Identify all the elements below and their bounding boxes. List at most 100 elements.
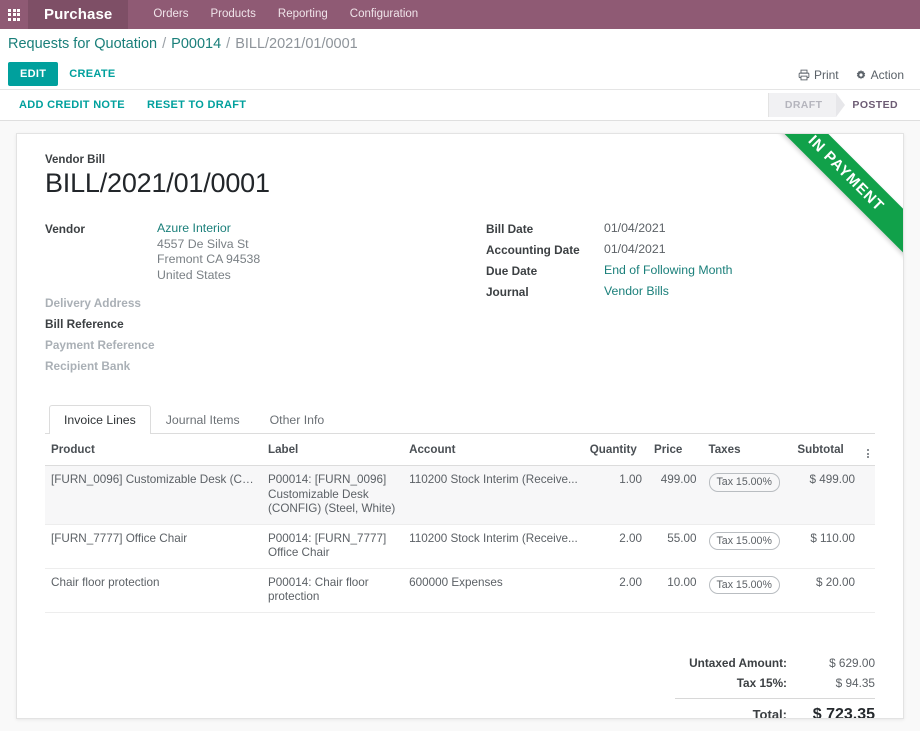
cell-account-text: 110200 Stock Interim (Receive... bbox=[409, 473, 578, 486]
print-button[interactable]: Print bbox=[798, 68, 839, 82]
field-journal: Journal Vendor Bills bbox=[486, 284, 845, 302]
tax-badge: Tax 15.00% bbox=[708, 575, 780, 594]
column-header-taxes[interactable]: Taxes bbox=[702, 434, 792, 466]
field-due-date: Due Date End of Following Month bbox=[486, 263, 845, 281]
menu-item-orders[interactable]: Orders bbox=[142, 0, 199, 29]
cell-product: Chair floor protection bbox=[45, 568, 262, 613]
journal-value[interactable]: Vendor Bills bbox=[604, 284, 669, 300]
cell-account: 600000 Expenses bbox=[403, 568, 584, 613]
tab-invoice-lines[interactable]: Invoice Lines bbox=[49, 405, 151, 434]
field-group-right: Bill Date 01/04/2021 Accounting Date 01/… bbox=[460, 221, 875, 379]
apps-grid-icon bbox=[8, 8, 20, 21]
page-title: BILL/2021/01/0001 bbox=[45, 168, 270, 198]
action-button[interactable]: Action bbox=[855, 68, 904, 82]
printer-icon bbox=[798, 69, 810, 80]
tab-other-info[interactable]: Other Info bbox=[255, 405, 340, 434]
total-row-untaxed: Untaxed Amount: $ 629.00 bbox=[675, 653, 875, 673]
cell-quantity: 2.00 bbox=[583, 524, 648, 569]
untaxed-amount-label: Untaxed Amount: bbox=[689, 655, 787, 670]
tax-badge: Tax 15.00% bbox=[708, 473, 780, 492]
cell-taxes: Tax 15.00% bbox=[702, 524, 792, 569]
field-payment-reference: Payment Reference bbox=[45, 337, 430, 355]
notebook-tabs: Invoice Lines Journal Items Other Info bbox=[45, 405, 875, 434]
field-accounting-date: Accounting Date 01/04/2021 bbox=[486, 242, 845, 260]
cell-quantity: 1.00 bbox=[583, 465, 648, 525]
vertical-dots-icon bbox=[866, 447, 869, 458]
cell-subtotal: $ 20.00 bbox=[791, 568, 861, 613]
reset-to-draft-button[interactable]: RESET TO DRAFT bbox=[136, 93, 257, 117]
app-name-purchase[interactable]: Purchase bbox=[28, 0, 129, 29]
total-value: $ 723.35 bbox=[812, 705, 875, 719]
control-panel-actions: Print Action bbox=[798, 59, 904, 90]
column-header-account[interactable]: Account bbox=[403, 434, 584, 466]
cell-product-text: [FURN_7777] Office Chair bbox=[51, 531, 188, 545]
edit-button[interactable]: EDIT bbox=[8, 62, 59, 86]
tab-journal-items[interactable]: Journal Items bbox=[151, 405, 255, 434]
untaxed-amount-value: $ 629.00 bbox=[829, 655, 875, 670]
cell-label: P00014: [FURN_7777] Office Chair bbox=[262, 524, 404, 569]
form-sheet: IN PAYMENT Vendor Bill BILL/2021/01/0001… bbox=[16, 133, 904, 719]
breadcrumb-current: BILL/2021/01/0001 bbox=[235, 36, 358, 52]
column-header-price[interactable]: Price bbox=[648, 434, 703, 466]
vendor-name-link[interactable]: Azure Interior bbox=[157, 221, 260, 237]
cell-account: 110200 Stock Interim (Receive... bbox=[403, 465, 584, 525]
journal-label: Journal bbox=[486, 285, 529, 299]
delivery-address-label: Delivery Address bbox=[45, 296, 141, 310]
cell-price: 55.00 bbox=[648, 524, 703, 569]
vendor-address-line-2: Fremont CA 94538 bbox=[157, 252, 261, 266]
top-navbar: Purchase Orders Products Reporting Confi… bbox=[0, 0, 920, 29]
total-row-tax: Tax 15%: $ 94.35 bbox=[675, 673, 875, 693]
total-label: Total: bbox=[752, 707, 787, 719]
cell-label: P00014: Chair floor protection bbox=[262, 568, 404, 613]
record-action-bar: ADD CREDIT NOTE RESET TO DRAFT DRAFT POS… bbox=[0, 90, 920, 121]
field-groups: Vendor Azure Interior 4557 De Silva St F… bbox=[45, 221, 875, 379]
payment-reference-label: Payment Reference bbox=[45, 338, 155, 352]
document-subtitle: Vendor Bill bbox=[45, 154, 106, 166]
add-credit-note-button[interactable]: ADD CREDIT NOTE bbox=[8, 93, 136, 117]
cell-account: 110200 Stock Interim (Receive... bbox=[403, 524, 584, 569]
status-step-draft[interactable]: DRAFT bbox=[768, 93, 845, 117]
menu-item-products[interactable]: Products bbox=[200, 0, 267, 29]
totals-section: Untaxed Amount: $ 629.00 Tax 15%: $ 94.3… bbox=[45, 653, 875, 719]
bill-date-label: Bill Date bbox=[486, 222, 534, 236]
cell-subtotal: $ 499.00 bbox=[791, 465, 861, 525]
bill-date-value[interactable]: 01/04/2021 bbox=[604, 221, 666, 237]
menu-item-reporting[interactable]: Reporting bbox=[267, 0, 339, 29]
column-header-label[interactable]: Label bbox=[262, 434, 404, 466]
field-spacer bbox=[45, 286, 430, 295]
column-header-product[interactable]: Product bbox=[45, 434, 262, 466]
menu-item-configuration[interactable]: Configuration bbox=[339, 0, 429, 29]
cell-product-text: [FURN_0096] Customizable Desk (CONFIG)..… bbox=[51, 473, 256, 486]
main-menu: Orders Products Reporting Configuration bbox=[128, 0, 429, 29]
column-header-subtotal[interactable]: Subtotal bbox=[791, 434, 861, 466]
breadcrumb-parent[interactable]: P00014 bbox=[171, 36, 221, 52]
tax-badge: Tax 15.00% bbox=[708, 531, 780, 550]
cell-optional bbox=[860, 568, 875, 613]
cell-product: [FURN_0096] Customizable Desk (CONFIG)..… bbox=[45, 465, 262, 525]
control-panel: EDIT CREATE Print Action bbox=[0, 59, 920, 90]
tax-value: $ 94.35 bbox=[835, 675, 875, 690]
due-date-value[interactable]: End of Following Month bbox=[604, 263, 733, 279]
total-row-total: Total: $ 723.35 bbox=[675, 697, 875, 719]
table-row[interactable]: [FURN_7777] Office Chair P00014: [FURN_7… bbox=[45, 524, 875, 569]
apps-menu-button[interactable] bbox=[0, 0, 28, 29]
status-bar: DRAFT POSTED bbox=[767, 93, 912, 117]
cell-taxes: Tax 15.00% bbox=[702, 465, 792, 525]
invoice-lines-head: Product Label Account Quantity Price Tax… bbox=[45, 434, 875, 466]
tax-label: Tax 15%: bbox=[736, 675, 787, 690]
accounting-date-value[interactable]: 01/04/2021 bbox=[604, 242, 666, 258]
breadcrumb-root[interactable]: Requests for Quotation bbox=[8, 36, 157, 52]
field-bill-reference: Bill Reference bbox=[45, 316, 430, 334]
column-header-quantity[interactable]: Quantity bbox=[583, 434, 648, 466]
table-row[interactable]: Chair floor protection P00014: Chair flo… bbox=[45, 568, 875, 613]
cell-product: [FURN_7777] Office Chair bbox=[45, 524, 262, 569]
status-step-posted[interactable]: POSTED bbox=[836, 93, 912, 117]
create-button[interactable]: CREATE bbox=[58, 62, 126, 86]
table-row[interactable]: [FURN_0096] Customizable Desk (CONFIG)..… bbox=[45, 465, 875, 525]
optional-columns-toggle[interactable] bbox=[860, 434, 875, 466]
cell-taxes: Tax 15.00% bbox=[702, 568, 792, 613]
invoice-lines-body: [FURN_0096] Customizable Desk (CONFIG)..… bbox=[45, 465, 875, 613]
table-header-row: Product Label Account Quantity Price Tax… bbox=[45, 434, 875, 466]
field-recipient-bank: Recipient Bank bbox=[45, 358, 430, 376]
vendor-address-line-3: United States bbox=[157, 267, 231, 282]
